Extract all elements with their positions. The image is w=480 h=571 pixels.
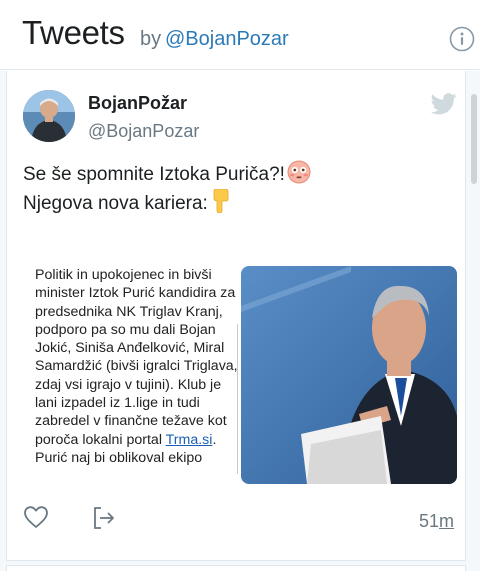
tweet-media[interactable]: Politik in upokojenec in bivši minister … (23, 260, 457, 484)
share-icon[interactable] (91, 505, 117, 531)
timeline-title: Tweets (22, 14, 125, 51)
next-tweet-card[interactable] (6, 565, 466, 571)
timestamp-value: 51 (419, 511, 440, 531)
tweet-timestamp[interactable]: 51m (419, 511, 454, 532)
tweet-text-line-2: Njegova nova kariera: (23, 193, 208, 214)
avatar[interactable] (23, 90, 75, 142)
flushed-face-emoji (287, 160, 311, 184)
tweet-card[interactable]: BojanPožar @BojanPozar Se še spomnite Iz… (6, 71, 466, 561)
avatar-image (23, 90, 75, 142)
timeline-header: Tweets by @BojanPozar (0, 0, 480, 70)
timeline-body[interactable]: BojanPožar @BojanPozar Se še spomnite Iz… (0, 71, 480, 571)
twitter-bird-icon[interactable] (431, 93, 457, 115)
media-divider (237, 324, 238, 474)
pointing-down-emoji (213, 189, 229, 213)
scrollbar-thumb[interactable] (471, 94, 477, 184)
heart-icon[interactable] (23, 505, 49, 529)
media-article-link[interactable]: Trma.si (166, 432, 213, 448)
tweet-text-line: Njegova nova kariera: (23, 189, 443, 218)
timeline-by-label: by (140, 28, 162, 50)
media-article-paragraph: Politik in upokojenec in bivši minister … (35, 266, 243, 467)
info-icon[interactable] (449, 26, 475, 52)
tweet-text-line-1: Se še spomnite Iztoka Puriča?! (23, 164, 285, 185)
tweet-author-handle[interactable]: @BojanPozar (88, 121, 199, 142)
tweet-text: Se še spomnite Iztoka Puriča?! Njegova n… (23, 160, 443, 218)
speaker-photo (241, 266, 457, 484)
timestamp-unit: m (439, 511, 455, 531)
media-article-body: Politik in upokojenec in bivši minister … (35, 267, 238, 448)
media-photo[interactable] (241, 266, 457, 484)
tweet-author-name[interactable]: BojanPožar (88, 93, 187, 114)
media-article-text: Politik in upokojenec in bivši minister … (23, 260, 245, 484)
timeline-handle-link[interactable]: @BojanPozar (165, 28, 289, 51)
twitter-timeline-widget: Tweets by @BojanPozar BojanPožar @BojanP… (0, 0, 480, 571)
tweet-actions: 51m (7, 501, 465, 541)
tweet-text-line: Se še spomnite Iztoka Puriča?! (23, 160, 443, 189)
